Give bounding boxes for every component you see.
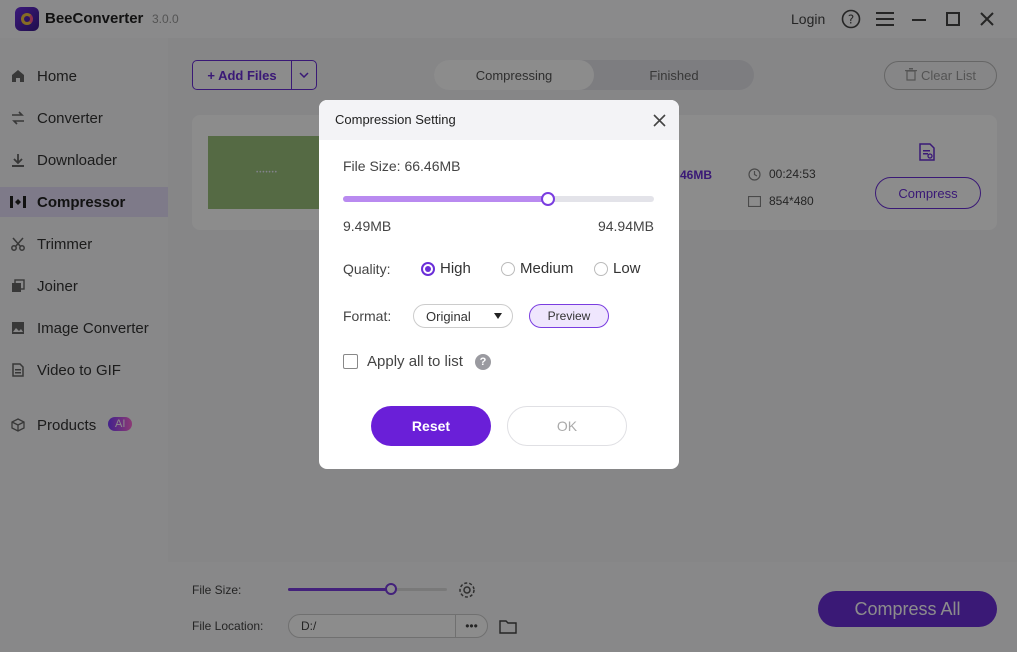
quality-medium-radio[interactable]: Medium [501, 260, 573, 277]
compression-slider[interactable] [343, 192, 654, 206]
quality-high-label: High [440, 260, 471, 277]
slider-min-label: 9.49MB [343, 218, 392, 234]
format-select[interactable]: Original [413, 304, 513, 328]
radio-dot [594, 261, 608, 276]
caret-down-icon [494, 313, 502, 319]
dialog-header: Compression Setting [319, 100, 679, 140]
radio-dot [421, 261, 435, 276]
quality-high-radio[interactable]: High [421, 260, 471, 277]
close-icon[interactable] [650, 111, 668, 129]
compression-setting-dialog: Compression Setting File Size: 66.46MB 9… [319, 100, 679, 469]
file-size-readout: File Size: 66.46MB [343, 158, 461, 174]
ok-button[interactable]: OK [507, 406, 627, 446]
quality-medium-label: Medium [520, 260, 574, 277]
quality-label: Quality: [343, 261, 391, 277]
apply-all-checkbox[interactable] [343, 354, 358, 369]
preview-button[interactable]: Preview [529, 304, 609, 328]
quality-low-label: Low [613, 260, 641, 277]
help-icon[interactable]: ? [475, 354, 491, 370]
slider-max-label: 94.94MB [597, 218, 654, 234]
format-label: Format: [343, 308, 392, 324]
reset-button[interactable]: Reset [371, 406, 491, 446]
radio-dot [501, 261, 515, 276]
dialog-title: Compression Setting [335, 112, 456, 127]
format-value: Original [426, 308, 471, 324]
compression-slider-fill [343, 196, 549, 202]
quality-low-radio[interactable]: Low [594, 260, 641, 277]
compression-slider-knob[interactable] [541, 192, 556, 206]
apply-all-label[interactable]: Apply all to list [367, 353, 463, 370]
